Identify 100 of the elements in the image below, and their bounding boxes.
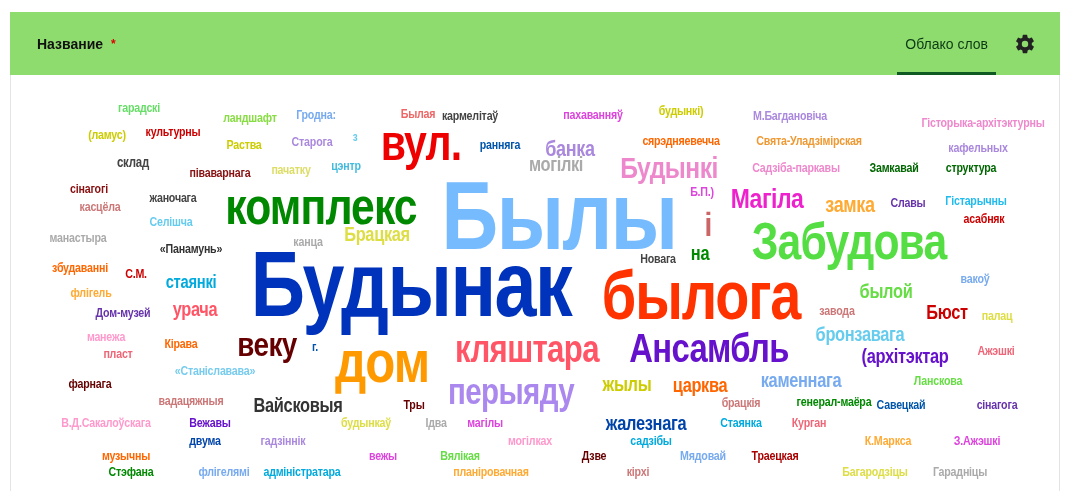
cloud-word: генерал-маёра — [796, 394, 872, 410]
cloud-word: Багародзіцы — [842, 464, 908, 480]
cloud-word: Замкавай — [869, 160, 919, 176]
cloud-word: планіровачная — [453, 464, 529, 480]
cloud-word: перыяду — [447, 377, 575, 413]
cloud-word: гадзіннік — [260, 433, 306, 449]
cloud-word: Курган — [791, 415, 827, 431]
cloud-word: урача — [172, 297, 218, 321]
cloud-word: Гарадніцы — [932, 464, 988, 480]
cloud-word: каменнага — [760, 368, 842, 392]
cloud-word: Вежавы — [189, 415, 231, 431]
cloud-word: бронзавага — [815, 322, 905, 346]
cloud-word: адміністратара — [263, 464, 341, 480]
cloud-word: брацкія — [721, 395, 761, 411]
cloud-word: вадацяжныя — [158, 393, 224, 409]
cloud-word: сярэдняевечча — [642, 133, 720, 149]
cloud-word: Былая — [400, 106, 436, 122]
cloud-word: царква — [672, 373, 728, 397]
cloud-word: Садзіба-паркавы — [752, 160, 840, 176]
cloud-word: пахаванняў — [563, 107, 623, 123]
cloud-word: магілы — [467, 415, 503, 431]
cloud-word: манастыра — [49, 230, 107, 246]
cloud-word: Ланскова — [913, 373, 963, 389]
cloud-word: пачатку — [271, 162, 311, 178]
cloud-word: В.Д.Сакалоўскага — [61, 415, 151, 431]
settings-icon[interactable] — [1014, 32, 1036, 55]
cloud-word: Новага — [640, 251, 676, 267]
cloud-word: ландшафт — [223, 110, 277, 126]
cloud-word: склад — [116, 153, 150, 171]
cloud-word: Селішча — [149, 214, 193, 230]
cloud-word: садзібы — [630, 433, 672, 449]
cloud-word: Ансамбль — [629, 331, 789, 365]
cloud-word: збудаванні — [52, 260, 108, 276]
cloud-word: флігель — [70, 285, 112, 301]
cloud-word: «Панамунь» — [159, 241, 223, 257]
cloud-word: жаночага — [149, 190, 197, 206]
cloud-word: асабняк — [963, 211, 1005, 227]
cloud-word: Ажэшкі — [977, 343, 1015, 359]
cloud-word: Магіла — [730, 182, 804, 216]
cloud-word: касцёла — [79, 199, 121, 215]
cloud-word: флігелямі — [198, 464, 250, 480]
cloud-word: Раства — [226, 137, 262, 153]
cloud-word: кармелітаў — [441, 108, 499, 124]
cloud-word: цэнтр — [331, 158, 361, 174]
cloud-word: будынкаў — [341, 415, 391, 431]
cloud-word: Дзве — [581, 448, 607, 464]
cloud-word: Б.П.) — [690, 184, 714, 200]
cloud-word: вакоў — [960, 271, 990, 287]
cloud-word: (ламус) — [88, 127, 126, 143]
cloud-word: і — [704, 211, 712, 239]
cloud-word: К.Маркса — [864, 433, 912, 449]
cloud-word: Славы — [890, 195, 926, 211]
cloud-word: Мядовай — [680, 448, 726, 464]
cloud-word: Гісторыка-архітэктурны — [921, 115, 1045, 131]
cloud-word: Стэфана — [108, 464, 154, 480]
cloud-word: гарадскі — [118, 100, 160, 116]
cloud-word: могілках — [508, 433, 552, 449]
cloud-word: Траецкая — [751, 448, 799, 464]
cloud-word: Стаянка — [720, 415, 762, 431]
cloud-word: з — [352, 131, 358, 145]
cloud-word: кляштара — [455, 334, 599, 372]
cloud-word: вул. — [380, 122, 462, 172]
cloud-word: сінагогі — [70, 181, 108, 197]
cloud-word: Гістарычны — [945, 193, 1007, 209]
cloud-word: Свята-Уладзімірская — [756, 133, 862, 149]
cloud-word: Бюст — [926, 300, 968, 324]
cloud-word: сінагога — [976, 397, 1018, 413]
cloud-word: былой — [859, 279, 913, 303]
cloud-word: двума — [189, 433, 221, 449]
cloud-word: на — [690, 241, 710, 265]
cloud-word: манежа — [86, 329, 126, 345]
cloud-word: былога — [601, 268, 801, 324]
cloud-word: Гродна: — [296, 107, 336, 123]
cloud-word: Вайсковыя — [253, 393, 343, 417]
cloud-word: стаянкі — [165, 271, 217, 293]
cloud-word: жылы — [602, 372, 652, 396]
cloud-word: вежы — [369, 448, 397, 464]
cloud-word: замка — [825, 192, 875, 218]
cloud-word: Старога — [291, 134, 333, 150]
cloud-word: (архітэктар — [861, 344, 949, 368]
cloud-word: пласт — [103, 346, 133, 362]
cloud-word: Забудова — [751, 219, 947, 270]
cloud-word: Дом-музей — [95, 305, 151, 321]
cloud-word: будынкі) — [658, 103, 704, 119]
cloud-word: фарнага — [68, 376, 112, 392]
field-title: Название — [37, 35, 104, 52]
cloud-word: С.М. — [125, 266, 147, 282]
cloud-word: ранняга — [479, 137, 521, 153]
cloud-word: Кірава — [164, 336, 198, 352]
cloud-word: Вялікая — [440, 448, 480, 464]
cloud-word: г. — [312, 339, 318, 355]
cloud-word: веку — [237, 331, 297, 365]
cloud-word: Тры — [403, 397, 425, 413]
cloud-word: жалезнага — [605, 411, 687, 435]
cloud-word: дом — [334, 336, 430, 396]
cloud-word: канца — [293, 234, 323, 250]
required-mark: * — [111, 36, 116, 51]
cloud-word: Ідва — [425, 415, 447, 431]
cloud-word: кафельных — [948, 140, 1008, 156]
cloud-word: піваварнага — [189, 165, 251, 181]
